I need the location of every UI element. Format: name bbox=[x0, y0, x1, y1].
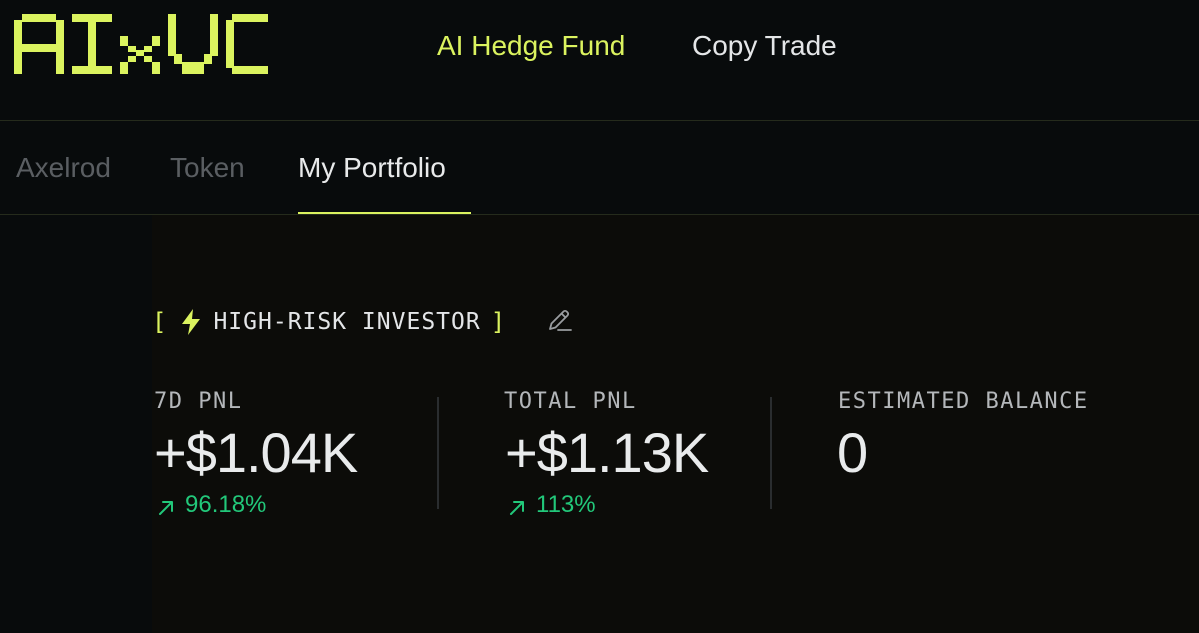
open-bracket: [ bbox=[152, 308, 167, 336]
stat-estimated-balance-label: ESTIMATED BALANCE bbox=[838, 389, 1089, 414]
lightning-bolt-icon bbox=[180, 309, 202, 335]
top-header: AI Hedge Fund Copy Trade bbox=[0, 0, 1199, 120]
stat-total-pnl-value: +$1.13K bbox=[505, 421, 709, 484]
tab-token[interactable]: Token bbox=[170, 150, 245, 186]
tab-axelrod[interactable]: Axelrod bbox=[16, 150, 111, 186]
stat-7d-pnl-change: 96.18% bbox=[157, 491, 266, 519]
close-bracket: ] bbox=[490, 308, 506, 336]
arrow-up-right-icon bbox=[157, 496, 175, 515]
stat-7d-pnl-change-value: 96.18% bbox=[185, 491, 267, 518]
stat-total-pnl-label: TOTAL PNL bbox=[504, 389, 637, 414]
pencil-icon[interactable] bbox=[546, 308, 574, 334]
tab-my-portfolio[interactable]: My Portfolio bbox=[298, 150, 446, 186]
arrow-up-right-icon bbox=[508, 496, 526, 515]
stat-estimated-balance-value: 0 bbox=[837, 421, 868, 484]
risk-profile-badge: [ HIGH-RISK INVESTOR ] bbox=[152, 306, 505, 338]
stat-total-pnl-change-value: 113% bbox=[536, 491, 596, 518]
nav-copy-trade[interactable]: Copy Trade bbox=[692, 28, 837, 64]
stat-7d-pnl-label: 7D PNL bbox=[154, 389, 243, 414]
header-divider bbox=[0, 120, 1199, 121]
page: AI Hedge Fund Copy Trade Axelrod Token M… bbox=[0, 0, 1199, 633]
stat-total-pnl-change: 113% bbox=[508, 491, 596, 519]
aixvc-logo[interactable] bbox=[14, 14, 268, 76]
stat-divider bbox=[437, 397, 439, 509]
stat-divider bbox=[770, 397, 772, 509]
risk-profile-label: HIGH-RISK INVESTOR bbox=[213, 309, 481, 335]
nav-ai-hedge-fund[interactable]: AI Hedge Fund bbox=[437, 28, 625, 64]
stat-7d-pnl-value: +$1.04K bbox=[154, 421, 358, 484]
